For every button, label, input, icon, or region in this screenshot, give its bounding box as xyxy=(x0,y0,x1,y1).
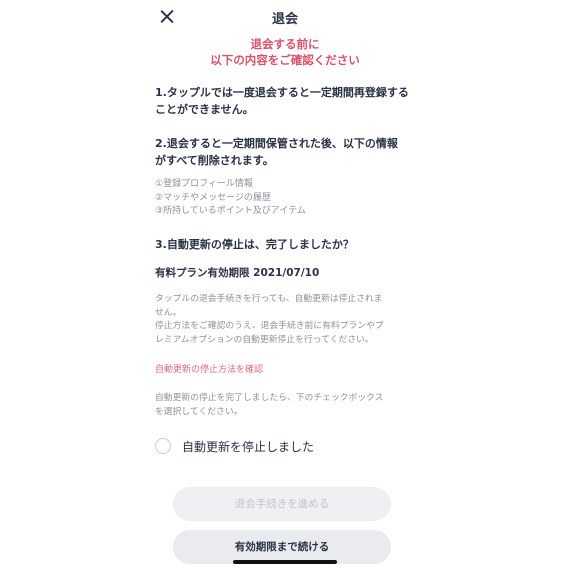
home-indicator xyxy=(233,560,337,564)
section-2-line-1: 2.退会すると一定期間保管された後、以下の情報 xyxy=(155,137,398,150)
warning-line-2: 以下の内容をご確認ください xyxy=(210,53,360,67)
checkbox-circle-icon[interactable] xyxy=(155,438,171,454)
checkbox-label: 自動更新を停止しました xyxy=(182,439,315,454)
auto-renew-note: タップルの退会手続きを行っても、自動更新は停止されま せん。 停止方法をご確認の… xyxy=(155,293,417,347)
section-2-line-2: がすべて削除されます。 xyxy=(155,154,274,167)
section-1-line-1: 1.タップルでは一度退会すると一定期間再登録する xyxy=(155,86,409,99)
warning-message: 退会する前に 以下の内容をご確認ください xyxy=(140,36,430,68)
withdrawal-screen: 退会 退会する前に 以下の内容をご確認ください 1.タップルでは一度退会すると一… xyxy=(140,0,430,570)
note-line: 停止方法をご確認のうえ、退会手続き前に有料プランやプ xyxy=(155,321,384,331)
warning-line-1: 退会する前に xyxy=(250,37,320,51)
plan-expiry: 有料プラン有効期限 2021/07/10 xyxy=(155,267,320,279)
section-1-line-2: ことができません。 xyxy=(155,103,254,116)
section-2-text: 2.退会すると一定期間保管された後、以下の情報 がすべて削除されます。 xyxy=(155,135,415,169)
continue-until-expiry-button[interactable]: 有効期限まで続ける xyxy=(173,530,391,564)
list-item: ③所持しているポイント及びアイテム xyxy=(155,206,306,216)
list-item: ②マッチやメッセージの履歴 xyxy=(155,192,271,203)
instruction-line: 自動更新の停止を完了しましたら、下のチェックボックス xyxy=(155,393,384,403)
auto-renew-help-link[interactable]: 自動更新の停止方法を確認 xyxy=(155,362,263,375)
note-line: タップルの退会手続きを行っても、自動更新は停止されま xyxy=(155,294,383,304)
note-line: レミアムオプションの自動更新停止を行ってください。 xyxy=(155,334,374,345)
list-item: ①登録プロフィール情報 xyxy=(155,179,253,189)
page-title: 退会 xyxy=(271,12,298,27)
instruction-line: を選択してください。 xyxy=(155,406,243,417)
auto-renew-stopped-checkbox[interactable]: 自動更新を停止しました xyxy=(155,436,314,456)
deleted-info-list: ①登録プロフィール情報 ②マッチやメッセージの履歴 ③所持しているポイント及びア… xyxy=(155,178,306,219)
proceed-withdrawal-button[interactable]: 退会手続きを進める xyxy=(173,487,391,521)
section-3-heading: 3.自動更新の停止は、完了しましたか？ xyxy=(155,238,354,251)
note-line: せん。 xyxy=(155,307,182,318)
checkbox-instruction: 自動更新の停止を完了しましたら、下のチェックボックス を選択してください。 xyxy=(155,392,417,419)
section-1-text: 1.タップルでは一度退会すると一定期間再登録する ことができません。 xyxy=(155,84,415,118)
